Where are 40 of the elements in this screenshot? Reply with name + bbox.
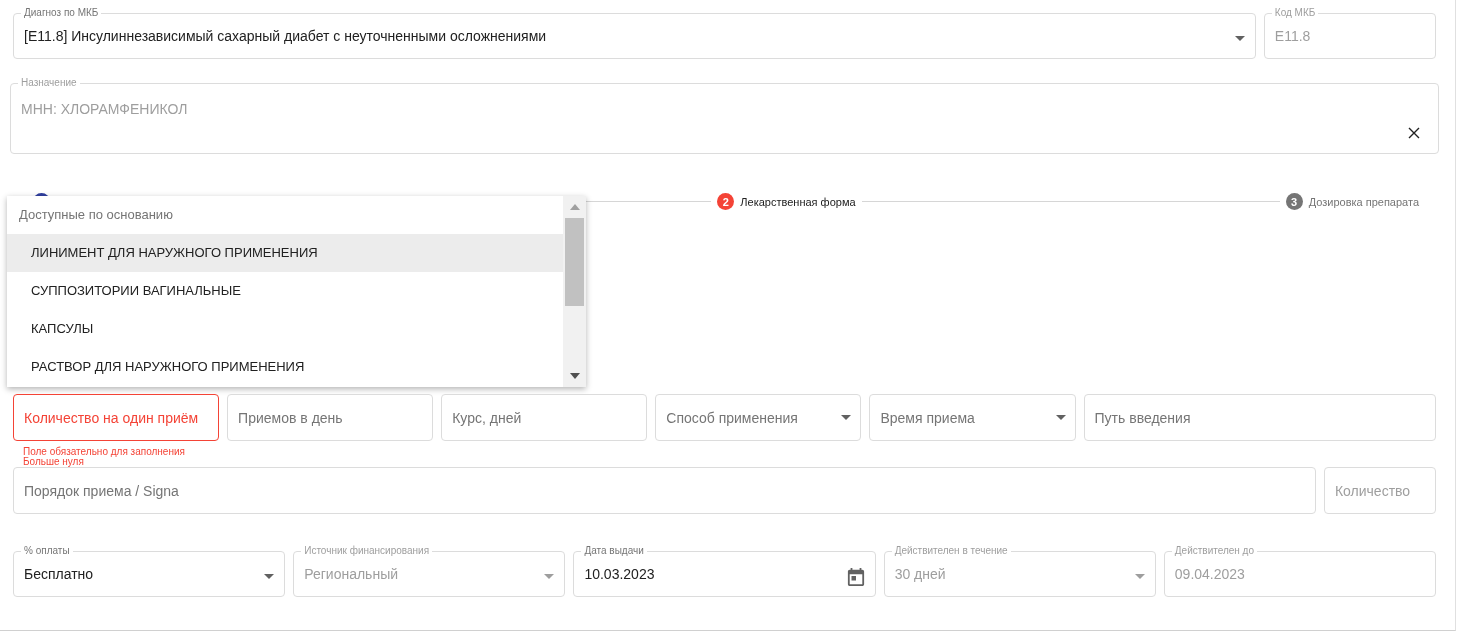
calendar-icon[interactable] (846, 567, 865, 586)
dropdown-option[interactable]: СУППОЗИТОРИИ ВАГИНАЛЬНЫЕ (7, 272, 563, 310)
dropdown-caret-icon (841, 415, 852, 420)
scrollbar-thumb[interactable] (565, 218, 584, 306)
field-value: МНН: ХЛОРАМФЕНИКОЛ (21, 101, 189, 119)
field-label: % оплаты (23, 545, 71, 557)
dropdown-caret-icon (1134, 574, 1145, 579)
field-label: Назначение (20, 77, 78, 89)
dropdown-caret-icon (264, 574, 275, 579)
field-value: 09.04.2023 (1174, 565, 1246, 584)
field-label: Диагноз по МКБ (23, 7, 100, 19)
select-field[interactable]: Диагноз по МКБ [E11.8] Инсулиннезависимый сахарный диабет с неуточненными осложнениями (13, 7, 1256, 59)
field-value: Бесплатно (24, 565, 95, 584)
step-label[interactable]: Дозировка препарата (1308, 195, 1419, 208)
field-value: [E11.8] Инсулиннезависимый сахарный диабет с неуточненными осложнениями (24, 27, 548, 46)
error-message: Поле обязательно для заполнения (23, 447, 185, 457)
dropdown-option[interactable]: РАСТВОР ДЛЯ НАРУЖНОГО ПРИМЕНЕНИЯ (7, 348, 563, 386)
field-value: 10.03.2023 (584, 565, 656, 584)
dropdown-caret-icon (1234, 36, 1245, 41)
step-number: 2 (717, 193, 735, 210)
error-message: Больше нуля (23, 457, 84, 467)
scroll-down-icon[interactable] (569, 373, 580, 379)
field-label: Дата выдачи (583, 545, 645, 557)
dropdown-header: Доступные по основанию (18, 206, 174, 224)
dropdown-option[interactable]: КАПСУЛЫ (7, 310, 563, 348)
field-label: Источник финансирования (303, 545, 431, 557)
field-value: 30 дней (894, 565, 947, 584)
dropdown-caret-icon (544, 574, 555, 579)
step-number: 3 (1285, 193, 1303, 210)
field-label: Действителен в течение (893, 545, 1009, 557)
field-label: Код МКБ (1273, 7, 1317, 19)
dropdown-caret-icon (1055, 415, 1066, 420)
select-field[interactable]: % оплаты Бесплатно (13, 545, 286, 597)
date-field[interactable]: Дата выдачи 10.03.2023 (573, 545, 876, 597)
input-field[interactable]: Количество на один приём (13, 394, 220, 441)
field-value: E11.8 (1274, 27, 1312, 46)
field-label: Действителен до (1173, 545, 1256, 557)
step-label[interactable]: Лекарственная форма (740, 195, 856, 208)
dropdown-option[interactable]: ЛИНИМЕНТ ДЛЯ НАРУЖНОГО ПРИМЕНЕНИЯ (7, 234, 563, 272)
field-value: Региональный (304, 565, 400, 584)
